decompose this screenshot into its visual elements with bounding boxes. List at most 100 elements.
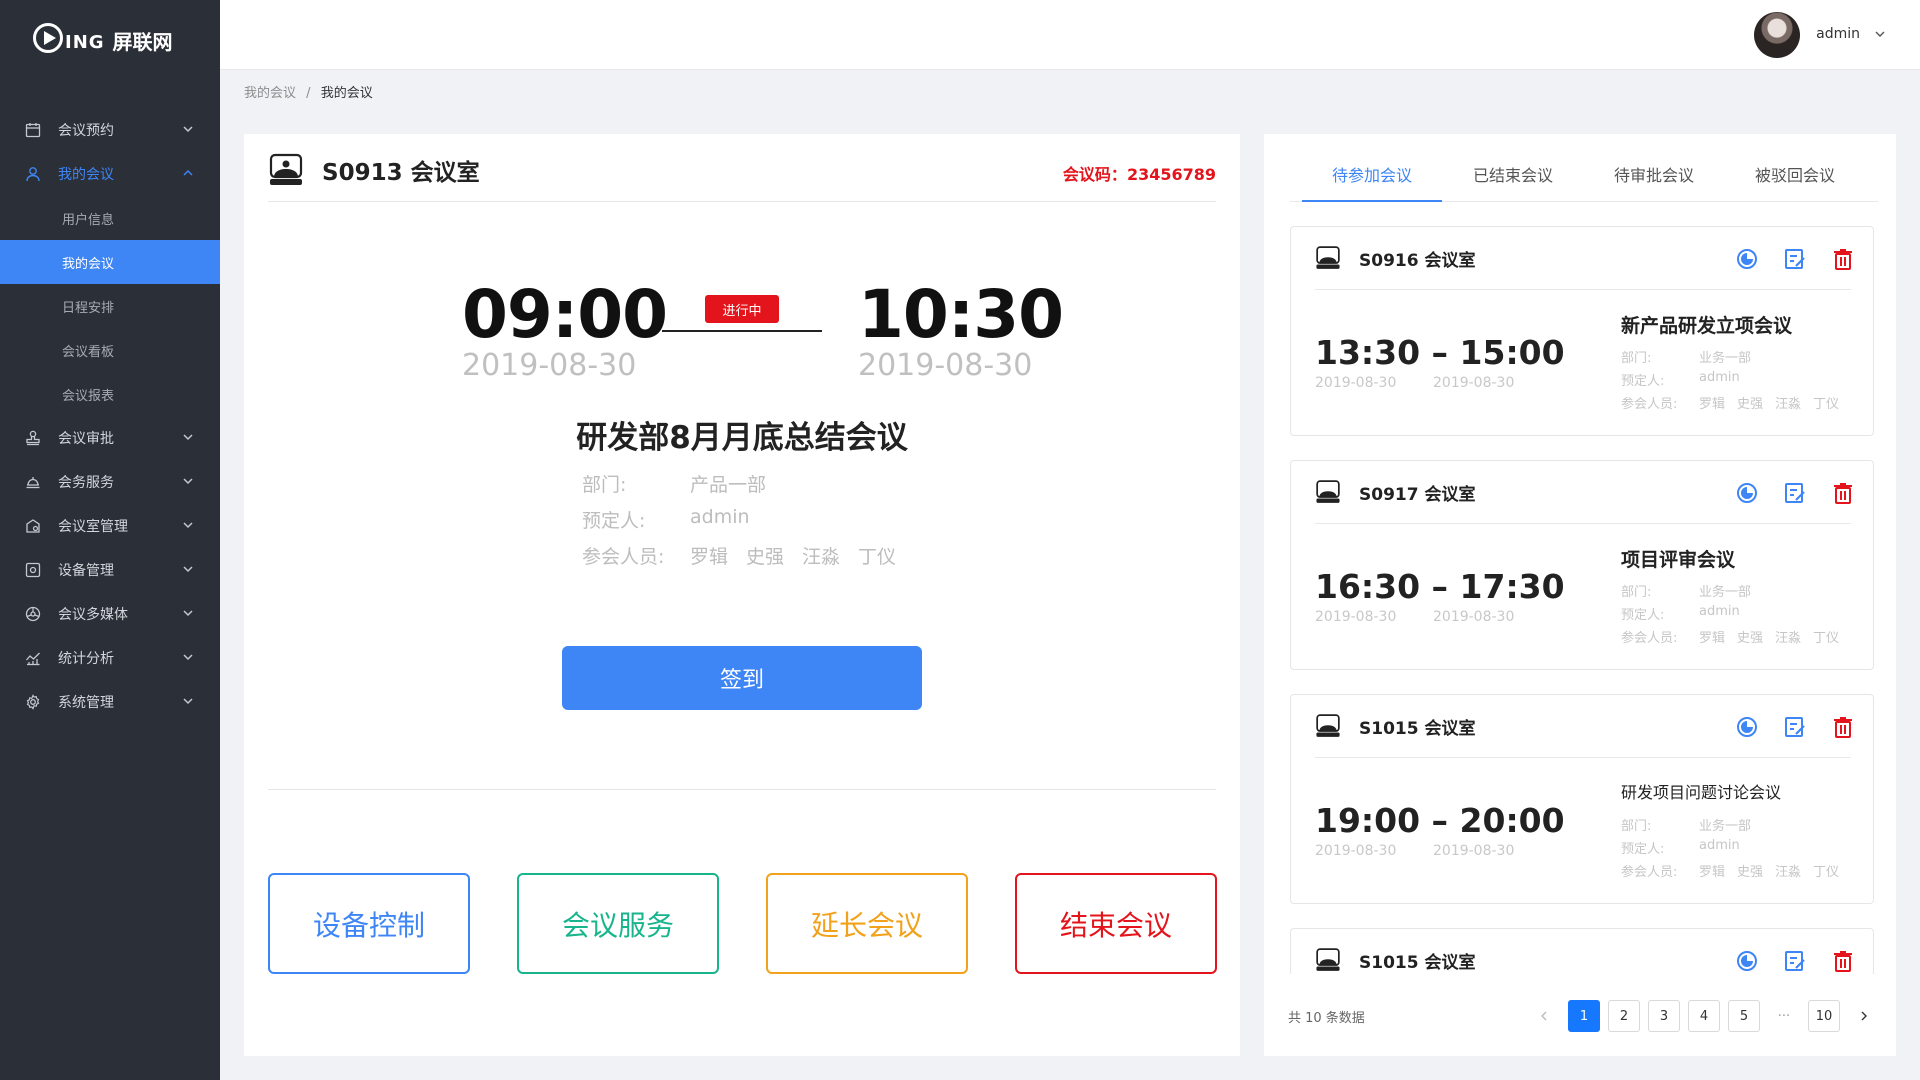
sidebar-subitem-my-meetings[interactable]: 我的会议 [0,240,220,284]
booker-value: admin [1699,604,1740,619]
chevron-down-icon [183,566,193,573]
tab-rejected[interactable]: 被驳回会议 [1725,158,1865,202]
logo-play-icon [33,23,63,53]
sidebar-item-statistics[interactable]: 统计分析 [0,636,220,680]
attendee: 丁仪 [1813,397,1840,412]
booker-label: 预定人: [582,510,646,532]
meeting-card[interactable]: S0917 会议室 16:30 – 17:30 2019-08-30 2019-… [1290,460,1874,670]
sidebar-subitem-meeting-report[interactable]: 会议报表 [0,372,220,416]
meeting-card[interactable]: S1015 会议室 19:00 – 20:00 2019-08-30 2019-… [1290,694,1874,904]
device-icon [24,561,42,579]
sidebar-item-device-management[interactable]: 设备管理 [0,548,220,592]
card-header: S0917 会议室 [1315,479,1475,505]
attendees-list: 罗辑 史强 汪淼 丁仪 [1699,861,1851,880]
page-button[interactable]: 10 [1808,1000,1840,1032]
sidebar-item-my-meetings[interactable]: 我的会议 [0,152,220,196]
meeting-service-button[interactable]: 会议服务 [517,873,719,974]
pagination-ellipsis[interactable]: ··· [1768,1000,1800,1032]
card-time-range: 16:30 – 17:30 [1315,567,1565,606]
sidebar-item-multimedia[interactable]: 会议多媒体 [0,592,220,636]
sidebar-item-service[interactable]: 会务服务 [0,460,220,504]
dept-value: 业务一部 [1699,585,1752,600]
sidebar-subitem-schedule[interactable]: 日程安排 [0,284,220,328]
card-actions [1711,715,1855,739]
sidebar-item-approval[interactable]: 会议审批 [0,416,220,460]
meeting-card[interactable]: S1015 会议室 [1290,928,1874,974]
start-date: 2019-08-30 [462,348,637,383]
device-control-button[interactable]: 设备控制 [268,873,470,974]
sidebar-subitem-meeting-board[interactable]: 会议看板 [0,328,220,372]
meeting-code-value: 23456789 [1126,165,1216,184]
breadcrumb-parent[interactable]: 我的会议 [244,86,296,101]
dept-label: 部门: [1621,585,1652,600]
service-icon [24,473,42,491]
meeting-card[interactable]: S0916 会议室 13:30 – 15:00 2019-08-30 2019-… [1290,226,1874,436]
dept-label: 部门: [1621,819,1652,834]
tab-pending-approval[interactable]: 待审批会议 [1584,158,1724,202]
edit-icon[interactable] [1783,481,1807,505]
extend-meeting-button[interactable]: 延长会议 [766,873,968,974]
card-booker-row: 预定人: admin [1621,370,1740,389]
sidebar-subitem-user-info[interactable]: 用户信息 [0,196,220,240]
view-icon[interactable] [1735,481,1759,505]
view-icon[interactable] [1735,247,1759,271]
attendees-label: 参会人员: [1621,865,1678,880]
card-start-date: 2019-08-30 [1315,375,1397,391]
app-logo[interactable]: ING 屏联网 [33,18,173,58]
delete-icon[interactable] [1831,949,1855,973]
edit-icon[interactable] [1783,247,1807,271]
edit-icon[interactable] [1783,949,1807,973]
next-page-button[interactable] [1848,1000,1880,1032]
end-meeting-button[interactable]: 结束会议 [1015,873,1217,974]
checkin-button[interactable]: 签到 [562,646,922,710]
page-button[interactable]: 5 [1728,1000,1760,1032]
page-button[interactable]: 2 [1608,1000,1640,1032]
delete-icon[interactable] [1831,247,1855,271]
delete-icon[interactable] [1831,481,1855,505]
meeting-room-icon [1316,714,1340,737]
user-icon [24,165,42,183]
chevron-left-icon [1541,1011,1547,1021]
username[interactable]: admin [1816,26,1860,42]
sidebar-item-meeting-booking[interactable]: 会议预约 [0,108,220,152]
avatar[interactable] [1754,12,1800,58]
sidebar-item-system-settings[interactable]: 系统管理 [0,680,220,724]
chart-icon [24,649,42,667]
page-button[interactable]: 3 [1648,1000,1680,1032]
meeting-title: 研发部8月月底总结会议 [576,420,908,456]
breadcrumb: 我的会议 / 我的会议 [244,82,373,101]
card-meeting-name: 研发项目问题讨论会议 [1621,783,1782,802]
chevron-down-icon[interactable] [1874,28,1886,40]
attendees-list: 罗辑 史强 汪淼 丁仪 [1699,393,1851,412]
attendee: 罗辑 [690,546,729,568]
sidebar-item-label: 会议审批 [58,431,114,447]
tab-upcoming[interactable]: 待参加会议 [1302,158,1442,202]
sidebar-item-room-management[interactable]: 会议室管理 [0,504,220,548]
page-button[interactable]: 4 [1688,1000,1720,1032]
prev-page-button[interactable] [1528,1000,1560,1032]
delete-icon[interactable] [1831,715,1855,739]
tab-ended[interactable]: 已结束会议 [1443,158,1583,202]
attendee: 汪淼 [1775,631,1802,646]
card-divider [1315,289,1851,290]
calendar-icon [24,121,42,139]
attendees-list: 罗辑 史强 汪淼 丁仪 [690,542,914,569]
meeting-code: 会议码：23456789 [1063,161,1216,185]
view-icon[interactable] [1735,715,1759,739]
meeting-room-icon [1316,948,1340,971]
sidebar-item-label: 会议室管理 [58,519,128,535]
room-icon [24,517,42,535]
edit-icon[interactable] [1783,715,1807,739]
chevron-up-icon [183,169,193,176]
card-attendees-row: 参会人员: 罗辑 史强 汪淼 丁仪 [1621,627,1851,646]
breadcrumb-separator: / [306,86,311,101]
current-meeting-panel: S0913 会议室 会议码：23456789 09:00 2019-08-30 … [244,134,1240,1056]
page-button[interactable]: 1 [1568,1000,1600,1032]
chevron-down-icon [183,698,193,705]
meeting-code-label: 会议码： [1062,165,1127,184]
booker-value: admin [690,506,750,528]
sidebar-item-label: 我的会议 [58,167,114,183]
sidebar-item-label: 会务服务 [58,475,114,491]
view-icon[interactable] [1735,949,1759,973]
attendee: 罗辑 [1699,631,1726,646]
